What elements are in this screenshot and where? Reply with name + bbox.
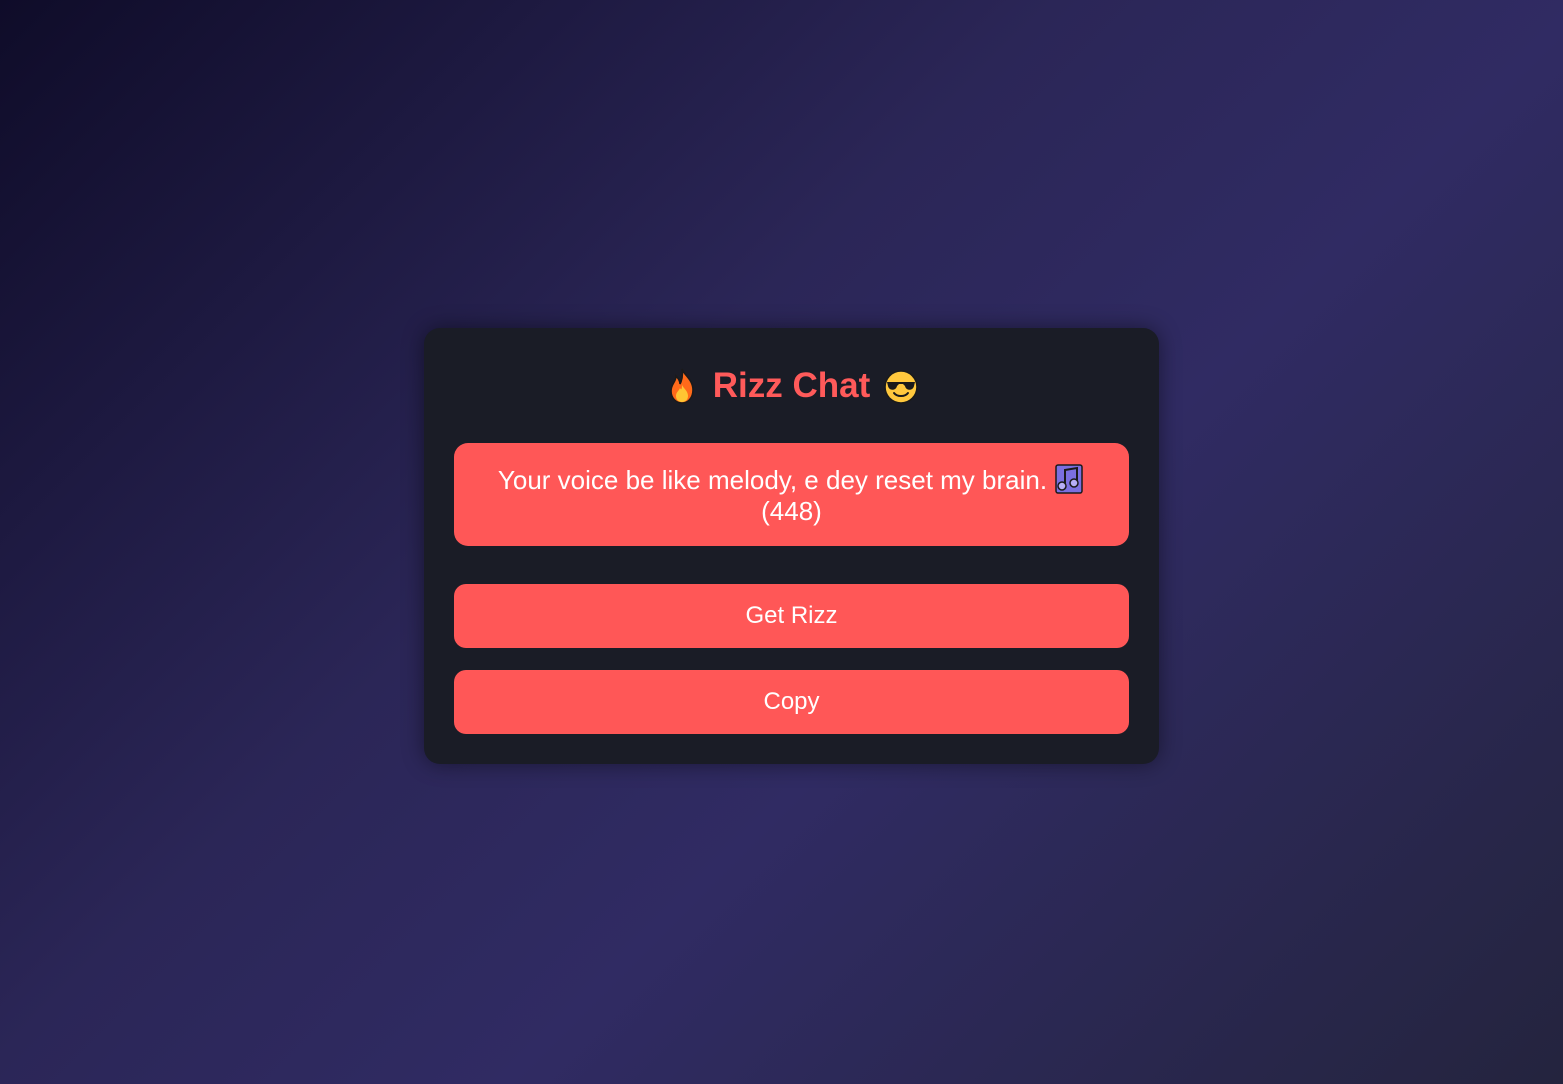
copy-button[interactable]: Copy bbox=[454, 670, 1129, 734]
message-text: Your voice be like melody, e dey reset m… bbox=[497, 465, 1048, 495]
message-count: (448) bbox=[761, 496, 822, 526]
fire-icon bbox=[663, 367, 701, 405]
sunglasses-face-icon bbox=[882, 367, 920, 405]
musical-notes-icon bbox=[1053, 463, 1085, 495]
rizz-message: Your voice be like melody, e dey reset m… bbox=[454, 443, 1129, 546]
app-title: Rizz Chat bbox=[712, 366, 871, 405]
message-line: Your voice be like melody, e dey reset m… bbox=[454, 463, 1129, 496]
get-rizz-button[interactable]: Get Rizz bbox=[454, 584, 1129, 648]
page-title: Rizz Chat bbox=[424, 364, 1159, 408]
rizz-card: Rizz Chat Your voice be like melody, e d… bbox=[424, 328, 1159, 764]
